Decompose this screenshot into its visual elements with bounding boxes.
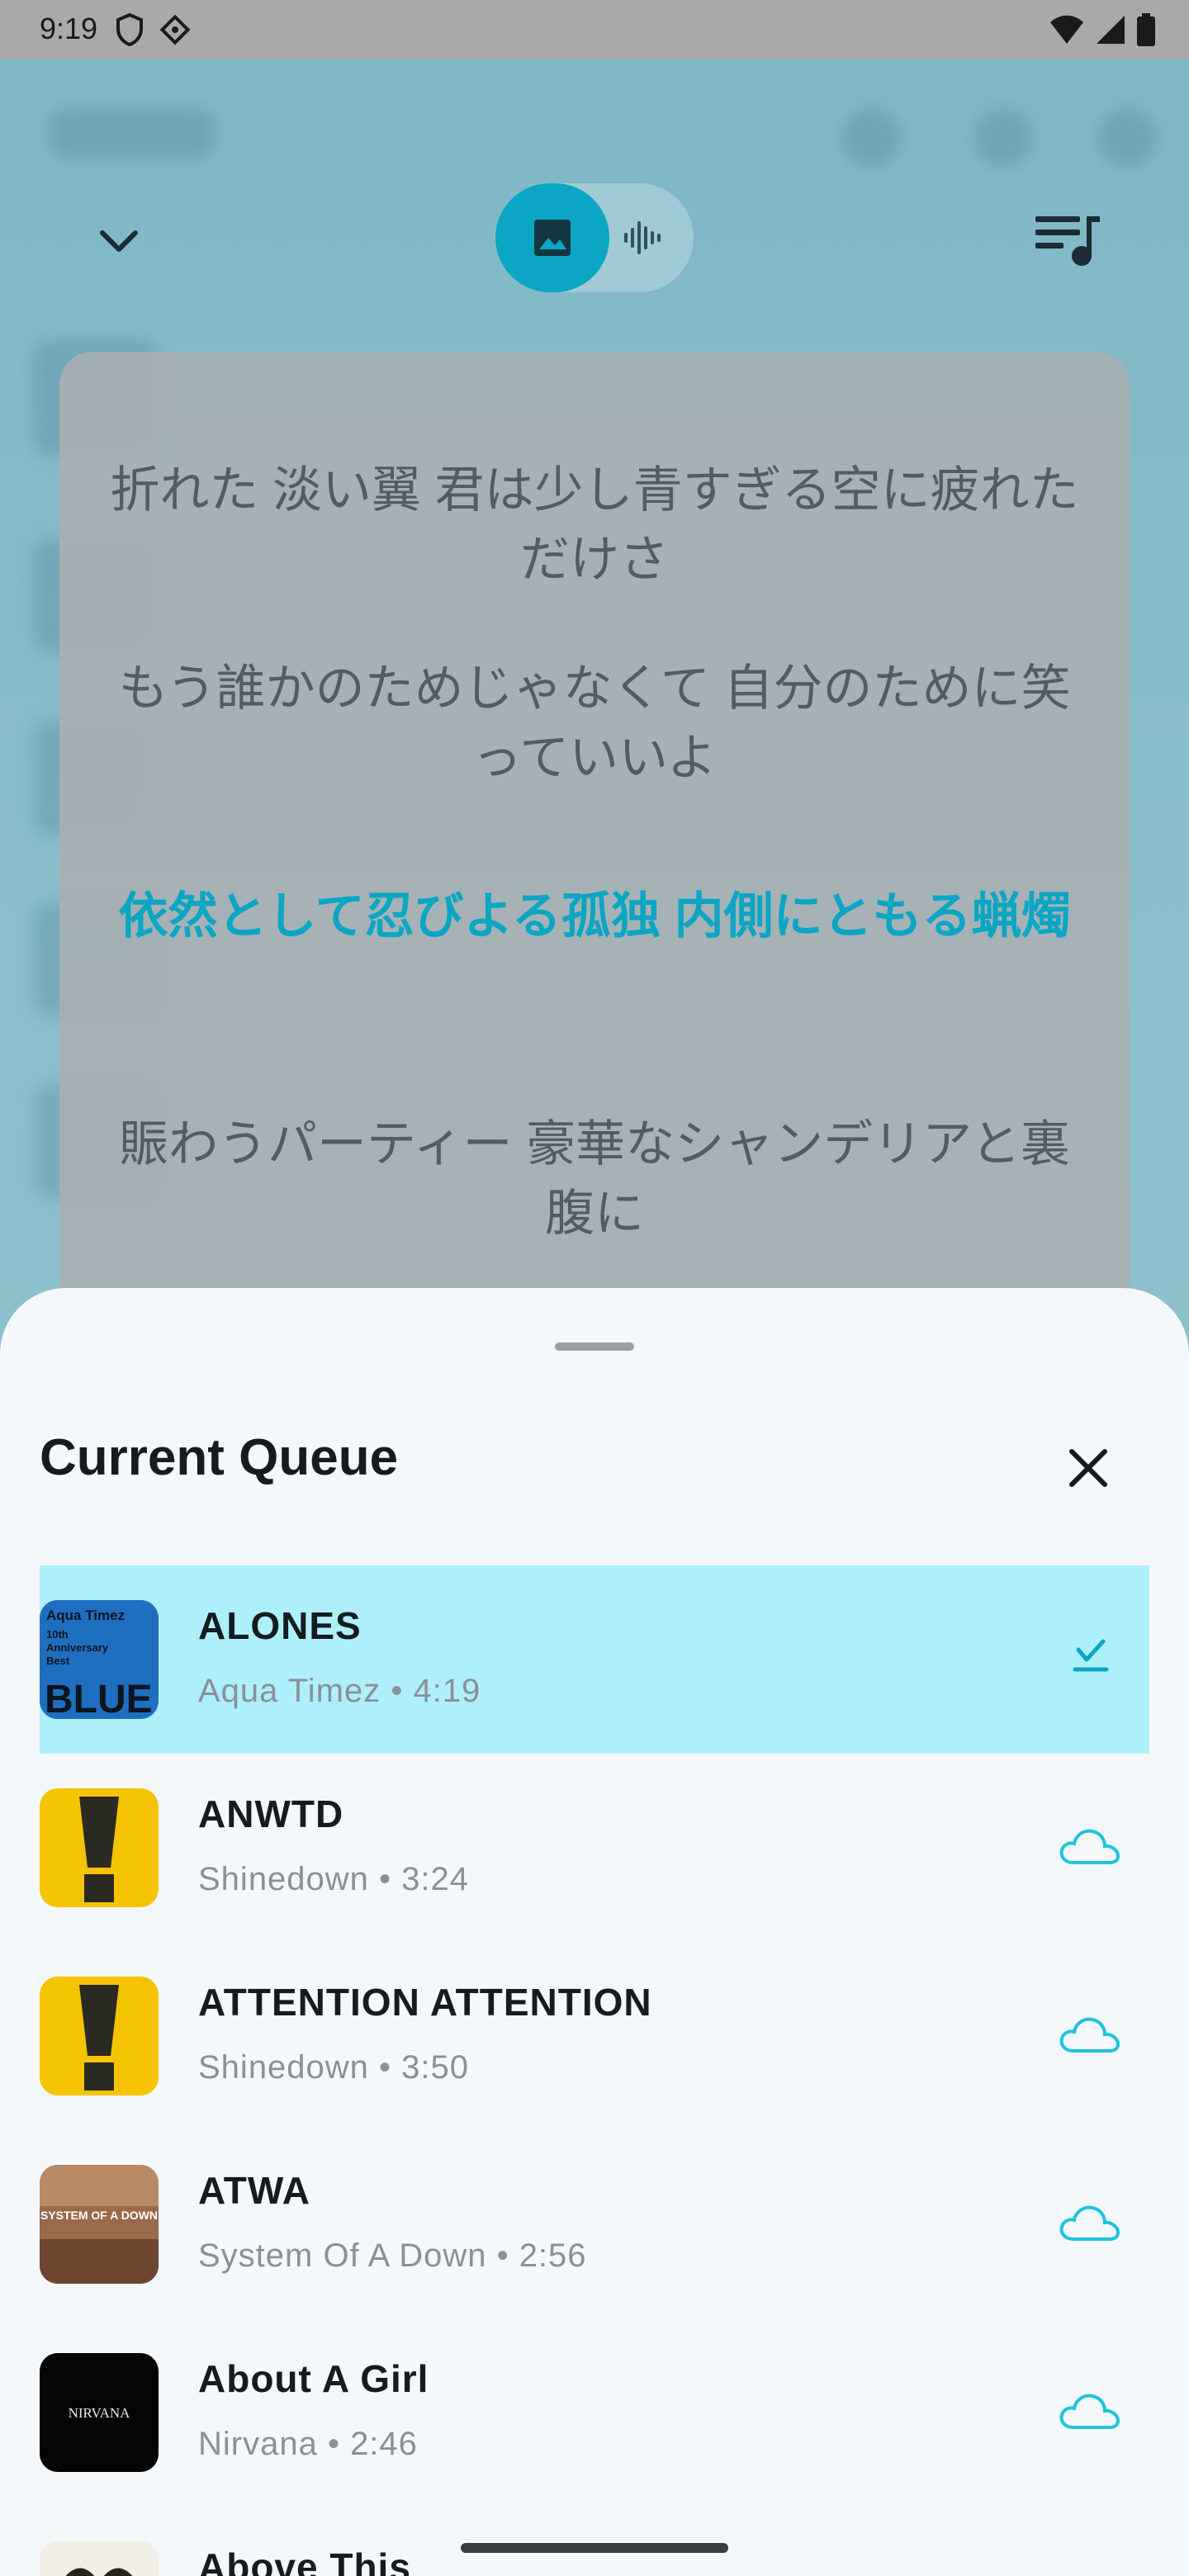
- image-icon: [534, 220, 571, 256]
- shield-icon: [116, 12, 144, 50]
- close-button[interactable]: [1062, 1442, 1115, 1494]
- album-art: Aqua Timez 10th Anniversary Best BLUE: [40, 1600, 159, 1719]
- cloud-icon: [1059, 2205, 1120, 2241]
- status-bar: 9:19: [0, 0, 1189, 59]
- cloud-icon: [1059, 2017, 1120, 2053]
- view-mode-toggle[interactable]: [495, 183, 694, 292]
- queue-item[interactable]: Above This: [40, 2507, 1149, 2576]
- cloud-icon: [1059, 1829, 1120, 1864]
- album-art: [40, 1977, 159, 2095]
- queue-button[interactable]: [1032, 211, 1101, 271]
- lyric-line-current[interactable]: 依然として忍びよる孤独 内側にともる蝋燭: [109, 882, 1080, 951]
- art-text-0: Aqua Timez: [46, 1608, 125, 1623]
- chevron-down-icon: [100, 230, 138, 252]
- battery-icon: [1136, 13, 1156, 50]
- track-title: ATWA: [198, 2169, 311, 2212]
- drag-handle[interactable]: [555, 1342, 634, 1351]
- lyric-line[interactable]: もう誰かのためじゃなくて 自分のために笑っていいよ: [109, 654, 1080, 793]
- lyrics-mode-button[interactable]: [609, 183, 679, 292]
- track-subtitle: Shinedown • 3:50: [198, 2049, 470, 2086]
- cloud-button[interactable]: [1057, 2198, 1123, 2251]
- collapse-player-button[interactable]: [92, 215, 145, 268]
- queue-item-current[interactable]: Aqua Timez 10th Anniversary Best BLUE AL…: [40, 1565, 1149, 1754]
- wifi-icon: [1049, 14, 1085, 50]
- album-art: [40, 1788, 159, 1907]
- cloud-button[interactable]: [1057, 2386, 1123, 2439]
- art-text: SYSTEM OF A DOWN: [40, 2209, 158, 2222]
- track-subtitle: Aqua Timez • 4:19: [198, 1673, 481, 1709]
- queue-music-icon: [1035, 216, 1100, 266]
- sheet-title: Current Queue: [40, 1429, 399, 1486]
- art-text-4: BLUE: [45, 1678, 153, 1719]
- lyric-line[interactable]: 賑わうパーティー 豪華なシャンデリアと裏腹に: [109, 1110, 1080, 1248]
- cloud-icon: [1059, 2394, 1120, 2429]
- track-title: ALONES: [198, 1604, 362, 1647]
- vpn-key-icon: [159, 13, 192, 50]
- queue-item[interactable]: ANWTD Shinedown • 3:24: [40, 1754, 1149, 1942]
- status-time: 9:19: [40, 12, 98, 45]
- queue-item[interactable]: ATTENTION ATTENTION Shinedown • 3:50: [40, 1942, 1149, 2130]
- waveform-icon: [624, 221, 661, 254]
- cloud-button[interactable]: [1057, 1821, 1123, 1874]
- album-art: NIRVANA: [40, 2353, 159, 2472]
- art-text: NIRVANA: [69, 2405, 131, 2421]
- track-title: ANWTD: [198, 1792, 344, 1835]
- queue-item[interactable]: SYSTEM OF A DOWN ATWA System Of A Down •…: [40, 2130, 1149, 2318]
- track-subtitle: System Of A Down • 2:56: [198, 2237, 587, 2274]
- art-text-2: Anniversary: [46, 1641, 109, 1654]
- lyric-line[interactable]: 折れた 淡い翼 君は少し青すぎる空に疲れただけさ: [109, 456, 1080, 594]
- album-art: SYSTEM OF A DOWN: [40, 2165, 159, 2284]
- signal-icon: [1095, 14, 1126, 50]
- lyrics-panel: 折れた 淡い翼 君は少し青すぎる空に疲れただけさ もう誰かのためじゃなくて 自分…: [59, 352, 1130, 1342]
- track-subtitle: Nirvana • 2:46: [198, 2426, 418, 2462]
- current-queue-sheet: Current Queue Aqua Timez 10th Anniversar…: [0, 1288, 1189, 2576]
- downloaded-indicator: [1057, 1633, 1123, 1686]
- track-subtitle: Shinedown • 3:24: [198, 1861, 470, 1897]
- album-art: [40, 2541, 159, 2576]
- track-title: ATTENTION ATTENTION: [198, 1981, 652, 2024]
- download-done-icon: [1073, 1639, 1109, 1672]
- art-text-3: Best: [46, 1655, 70, 1667]
- close-icon: [1069, 1449, 1107, 1487]
- cloud-button[interactable]: [1057, 2010, 1123, 2062]
- track-title: Above This: [198, 2545, 411, 2576]
- queue-list: Aqua Timez 10th Anniversary Best BLUE AL…: [40, 1565, 1149, 2576]
- queue-item[interactable]: NIRVANA About A Girl Nirvana • 2:46: [40, 2318, 1149, 2507]
- track-title: About A Girl: [198, 2357, 429, 2400]
- artwork-mode-button[interactable]: [495, 183, 609, 292]
- gesture-nav-bar[interactable]: [461, 2543, 728, 2553]
- art-text-1: 10th: [46, 1628, 69, 1641]
